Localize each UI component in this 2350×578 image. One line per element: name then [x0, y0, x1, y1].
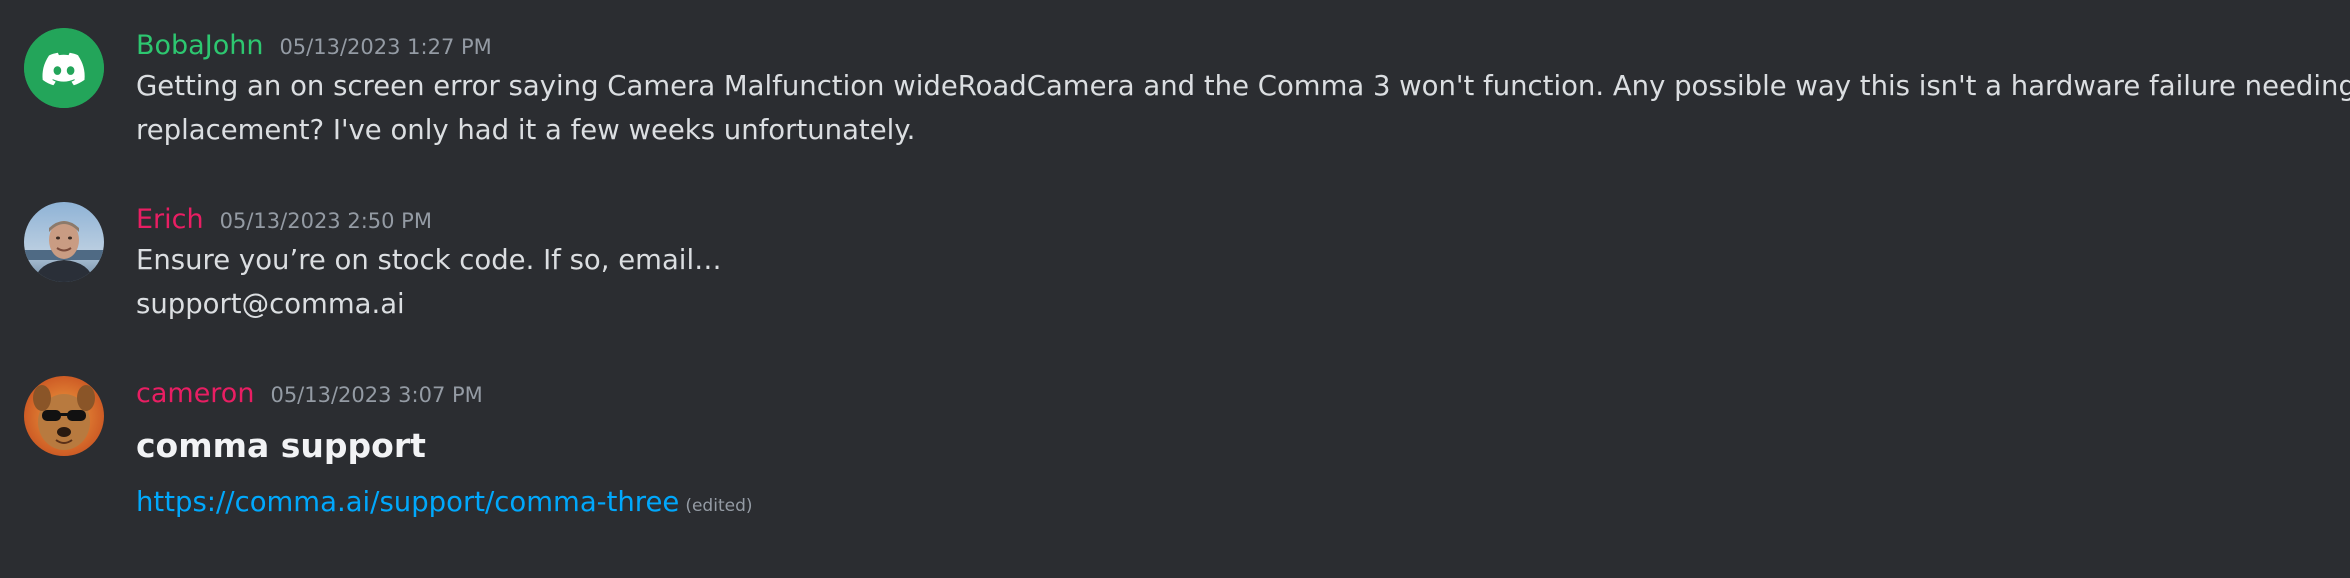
message-text-line: replacement? I've only had it a few week… [136, 114, 916, 146]
message-text-line: Ensure you’re on stock code. If so, emai… [136, 244, 722, 276]
edited-label: (edited) [685, 496, 753, 516]
message-text-line: support@comma.ai [136, 288, 405, 320]
username[interactable]: Erich [136, 202, 204, 238]
message-header: cameron 05/13/2023 3:07 PM [136, 376, 2340, 412]
link-line: https://comma.ai/support/comma-three (edi… [136, 480, 2340, 528]
avatar-bobajohn[interactable] [24, 28, 104, 108]
discord-logo-icon [24, 28, 104, 108]
message-header: Erich 05/13/2023 2:50 PM [136, 202, 2340, 238]
username[interactable]: BobaJohn [136, 28, 263, 64]
avatar-erich[interactable] [24, 202, 104, 282]
support-link[interactable]: https://comma.ai/support/comma-three [136, 486, 679, 518]
timestamp: 05/13/2023 2:50 PM [219, 209, 432, 233]
username[interactable]: cameron [136, 376, 254, 412]
message-text-line: Getting an on screen error saying Camera… [136, 70, 2350, 102]
user-photo-avatar [24, 202, 104, 282]
timestamp: 05/13/2023 3:07 PM [270, 383, 483, 407]
dog-sunglasses-avatar [24, 376, 104, 456]
message-header: BobaJohn 05/13/2023 1:27 PM [136, 28, 2340, 64]
timestamp: 05/13/2023 1:27 PM [279, 35, 492, 59]
embed-heading: comma support [136, 426, 426, 465]
embed-title-row: comma support [136, 412, 2340, 480]
avatar-cameron[interactable] [24, 376, 104, 456]
